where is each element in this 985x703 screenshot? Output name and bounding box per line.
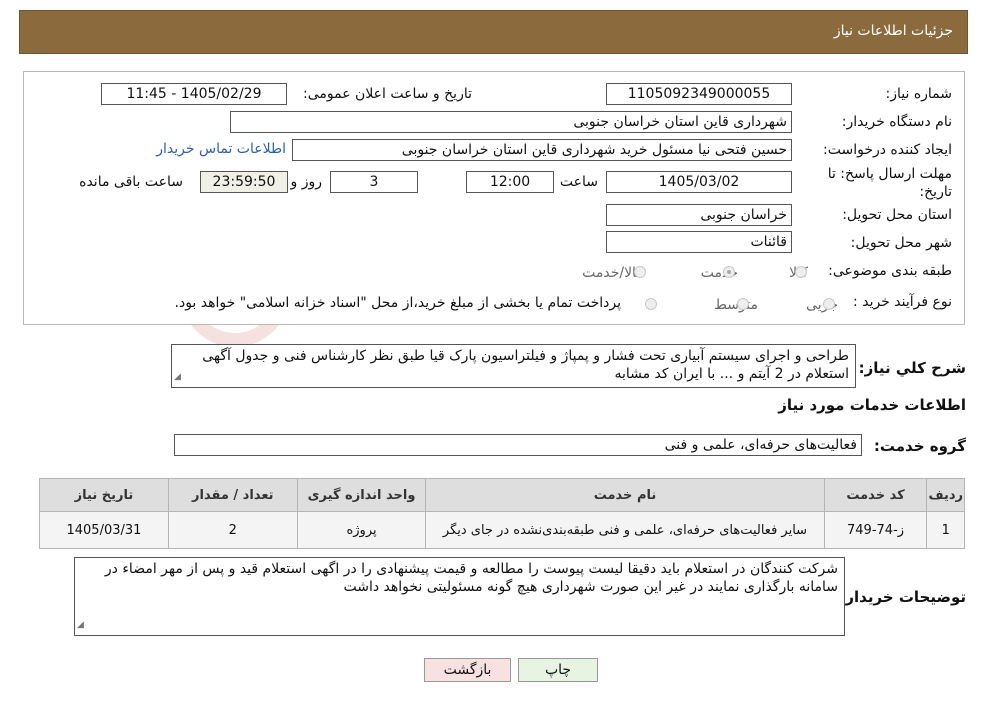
cell-row: 1 <box>926 511 965 549</box>
col-quantity: تعداد / مقدار <box>167 478 298 512</box>
cell-need-date: 1405/03/31 <box>39 511 169 549</box>
service-group-label: گروه خدمت: <box>873 437 966 455</box>
need-number-field: 1105092349000055 <box>606 83 792 105</box>
summary-textarea[interactable]: طراحی و اجرای سیستم آبیاری تحت فشار و پم… <box>171 344 856 388</box>
services-table: ردیف کد خدمت نام خدمت واحد اندازه گیری ت… <box>39 478 965 549</box>
cell-service-code: ز-74-749 <box>823 511 928 549</box>
page-title: جزئیات اطلاعات نیاز <box>833 23 953 39</box>
buyer-notes-label: توضیحات خریدار: <box>839 588 966 606</box>
treasury-payment-note: پرداخت تمام یا بخشی از مبلغ خرید،از محل … <box>174 295 621 311</box>
category-option-goods-radio[interactable] <box>795 266 807 278</box>
deadline-label-date: تاریخ: <box>919 184 952 200</box>
col-unit: واحد اندازه گیری <box>296 478 427 512</box>
resize-grip-icon[interactable]: ◢ <box>77 616 84 634</box>
cell-quantity: 2 <box>167 511 298 549</box>
province-field: خراسان جنوبی <box>606 204 792 226</box>
category-label: طبقه بندی موضوعی: <box>828 263 952 279</box>
process-option-medium-radio[interactable] <box>737 298 749 310</box>
back-button[interactable]: بازگشت <box>424 658 511 682</box>
province-label: استان محل تحویل: <box>842 207 952 223</box>
services-table-header: ردیف کد خدمت نام خدمت واحد اندازه گیری ت… <box>39 478 965 512</box>
category-option-both-radio[interactable] <box>634 266 646 278</box>
announce-date-field: 1405/02/29 - 11:45 <box>101 83 287 105</box>
print-button[interactable]: چاپ <box>518 658 598 682</box>
announce-date-label: تاریخ و ساعت اعلان عمومی: <box>303 86 472 102</box>
cell-service-name: سایر فعالیت‌های حرفه‌ای، علمی و فنی طبقه… <box>425 511 825 549</box>
deadline-time-label: ساعت <box>559 174 598 190</box>
col-service-name: نام خدمت <box>425 478 825 512</box>
days-label: روز و <box>290 174 323 190</box>
requester-label: ایجاد کننده درخواست: <box>823 142 952 158</box>
buyer-notes-text: شرکت کنندگان در استعلام باید دقیقا لیست … <box>104 561 838 595</box>
buyer-org-label: نام دستگاه خریدار: <box>841 114 952 130</box>
cell-unit: پروژه <box>296 511 427 549</box>
resize-grip-icon[interactable]: ◢ <box>174 368 181 386</box>
deadline-time-field: 12:00 <box>466 171 554 193</box>
process-option-medium-label: متوسط <box>714 297 758 313</box>
deadline-label: مهلت ارسال پاسخ: تا <box>827 166 952 182</box>
city-field: قائنات <box>606 231 792 253</box>
services-section-title: اطلاعات خدمات مورد نیاز <box>778 396 966 414</box>
remaining-time-label: ساعت باقی مانده <box>79 174 183 190</box>
service-group-field: فعالیت‌های حرفه‌ای، علمی و فنی <box>174 434 862 456</box>
days-remaining-field: 3 <box>330 171 418 193</box>
need-number-label: شماره نیاز: <box>885 86 953 102</box>
buyer-org-field: شهرداری قاین استان خراسان جنوبی <box>230 111 792 133</box>
summary-text: طراحی و اجرای سیستم آبیاری تحت فشار و پم… <box>202 348 849 382</box>
process-option-minor-radio[interactable] <box>823 298 835 310</box>
deadline-date-field: 1405/03/02 <box>606 171 792 193</box>
col-need-date: تاریخ نیاز <box>39 478 169 512</box>
process-label: نوع فرآیند خرید : <box>853 294 952 310</box>
page-header: جزئیات اطلاعات نیاز <box>19 10 968 54</box>
requester-field: حسین فتحی نیا مسئول خرید شهرداری قاین اس… <box>292 139 792 161</box>
city-label: شهر محل تحویل: <box>850 235 952 251</box>
category-option-service-radio[interactable] <box>723 266 735 278</box>
col-service-code: کد خدمت <box>823 478 928 512</box>
col-row: ردیف <box>926 478 965 512</box>
summary-label: شرح کلي نياز: <box>858 359 966 377</box>
remaining-time-field: 23:59:50 <box>200 171 288 193</box>
table-row: 1 ز-74-749 سایر فعالیت‌های حرفه‌ای، علمی… <box>39 511 965 549</box>
need-details-panel: شماره نیاز: 1105092349000055 تاریخ و ساع… <box>23 71 965 325</box>
buyer-contact-link[interactable]: اطلاعات تماس خریدار <box>156 141 286 157</box>
treasury-payment-checkbox[interactable] <box>645 298 657 310</box>
buyer-notes-textarea[interactable]: شرکت کنندگان در استعلام باید دقیقا لیست … <box>74 557 845 636</box>
